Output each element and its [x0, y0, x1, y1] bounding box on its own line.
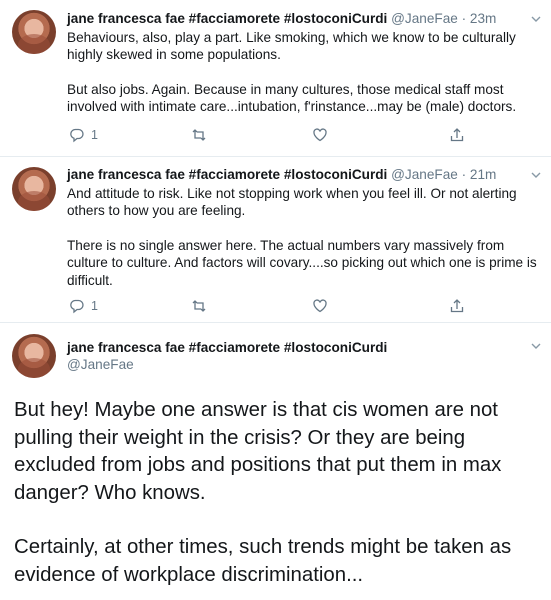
like-button[interactable]	[312, 126, 328, 144]
avatar[interactable]	[12, 334, 56, 378]
chevron-down-icon[interactable]	[531, 341, 541, 351]
retweet-button[interactable]	[191, 297, 207, 315]
tweet-header: jane francesca fae #facciamorete #lostoc…	[67, 166, 496, 183]
share-button[interactable]	[449, 297, 465, 315]
heart-icon	[313, 128, 327, 142]
tweet-paragraph: Certainly, at other times, such trends m…	[14, 536, 512, 586]
avatar[interactable]	[12, 167, 56, 211]
retweet-icon	[192, 300, 206, 312]
chevron-down-icon[interactable]	[531, 14, 541, 24]
tweet-text: Behaviours, also, play a part. Like smok…	[67, 29, 541, 116]
author-name[interactable]: jane francesca fae #facciamorete #lostoc…	[67, 339, 387, 356]
tweet-actions: 1	[67, 126, 487, 144]
tweet-3: jane francesca fae #facciamorete #lostoc…	[0, 323, 551, 600]
reply-icon	[70, 128, 84, 143]
share-icon	[450, 128, 464, 142]
avatar[interactable]	[12, 10, 56, 54]
author-name[interactable]: jane francesca fae #facciamorete #lostoc…	[67, 11, 387, 26]
tweet-paragraph: But also jobs. Again. Because in many cu…	[67, 81, 517, 115]
reply-count: 1	[91, 128, 98, 142]
retweet-icon	[192, 129, 206, 141]
tweet-2: jane francesca fae #facciamorete #lostoc…	[0, 157, 551, 321]
tweet-actions: 1	[67, 297, 487, 315]
tweet-text: But hey! Maybe one answer is that cis wo…	[14, 397, 542, 590]
reply-button[interactable]: 1	[69, 126, 98, 144]
reply-button[interactable]: 1	[69, 297, 98, 315]
author-handle[interactable]: @JaneFae	[391, 167, 458, 182]
like-button[interactable]	[312, 297, 328, 315]
tweet-header: jane francesca fae #facciamorete #lostoc…	[67, 10, 496, 27]
tweet-paragraph: There is no single answer here. The actu…	[67, 237, 537, 288]
timestamp[interactable]: · 23m	[462, 11, 497, 26]
heart-icon	[313, 299, 327, 313]
author-handle[interactable]: @JaneFae	[67, 356, 387, 373]
author-name-block: jane francesca fae #facciamorete #lostoc…	[67, 339, 387, 373]
author-handle[interactable]: @JaneFae	[391, 11, 458, 26]
share-icon	[450, 299, 464, 313]
tweet-paragraph: But hey! Maybe one answer is that cis wo…	[14, 399, 502, 504]
author-name[interactable]: jane francesca fae #facciamorete #lostoc…	[67, 167, 387, 182]
timestamp[interactable]: · 21m	[462, 167, 497, 182]
retweet-button[interactable]	[191, 126, 207, 144]
tweet-text: And attitude to risk. Like not stopping …	[67, 185, 541, 289]
tweet-paragraph: Behaviours, also, play a part. Like smok…	[67, 30, 516, 63]
chevron-down-icon[interactable]	[531, 170, 541, 180]
tweet-1: jane francesca fae #facciamorete #lostoc…	[0, 0, 551, 158]
reply-icon	[70, 299, 84, 314]
share-button[interactable]	[449, 126, 465, 144]
reply-count: 1	[91, 299, 98, 313]
tweet-paragraph: And attitude to risk. Like not stopping …	[67, 186, 517, 219]
